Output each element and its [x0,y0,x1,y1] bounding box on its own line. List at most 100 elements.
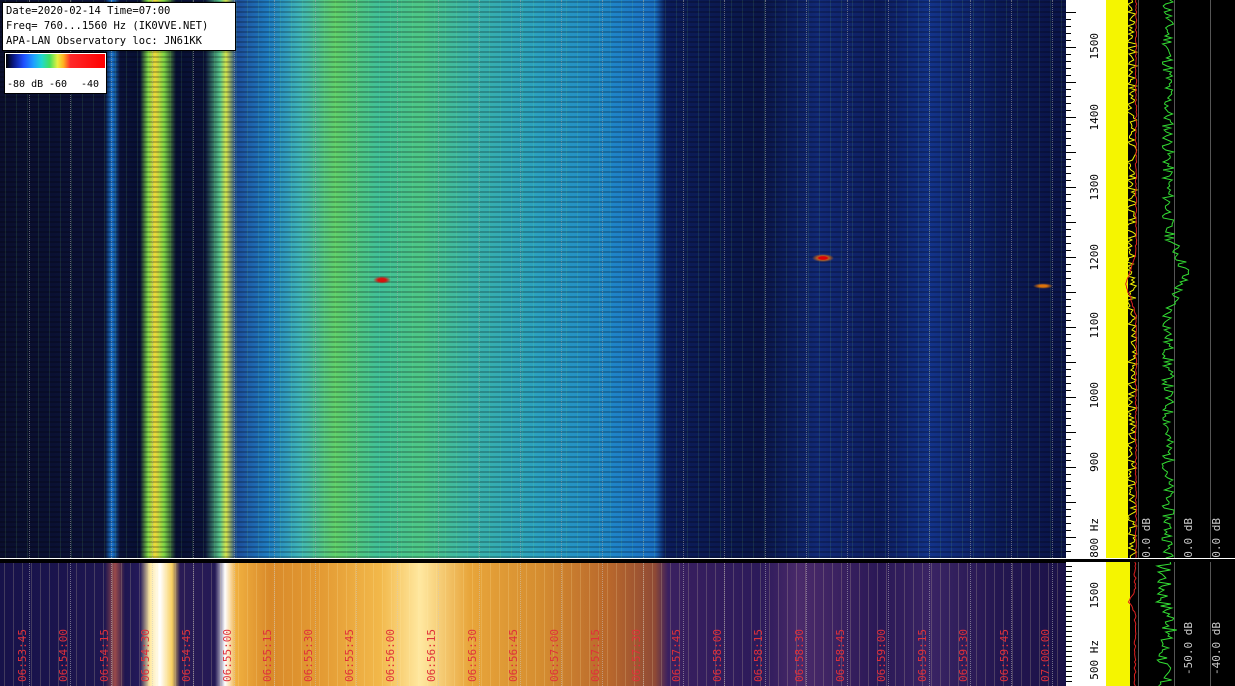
frequency-tick [1066,397,1076,398]
frequency-tick [1066,656,1072,657]
time-label: 06:59:15 [915,629,929,682]
frequency-tick [1066,327,1076,328]
spectrum-fill-yellow [1106,562,1130,686]
frequency-label: 1500 [1088,33,1101,60]
spectrum-trace-green [1154,562,1177,686]
frequency-tick [1066,586,1072,587]
frequency-tick [1066,621,1072,622]
frequency-tick [1066,596,1072,597]
time-label: 06:59:00 [874,629,888,682]
frequency-tick [1066,89,1071,90]
color-scale-max-label: -40 [81,79,100,90]
frequency-tick [1066,82,1076,83]
frequency-label: 500 Hz [1088,640,1101,680]
frequency-tick [1066,453,1071,454]
frequency-tick [1066,551,1071,552]
frequency-label: 1100 [1088,312,1101,339]
time-gridline [847,0,848,558]
time-label: 06:58:00 [711,629,725,682]
time-gridline [969,0,971,558]
frequency-label: 800 Hz [1088,518,1101,558]
frequency-tick [1066,411,1071,412]
spectrum-panel-bottom: -50.0 dB -40.0 dB [1106,562,1235,686]
frequency-tick [1066,215,1071,216]
frequency-tick [1066,124,1071,125]
frequency-tick [1066,180,1071,181]
frequency-tick [1066,334,1071,335]
frequency-tick [1066,571,1072,572]
time-gridline [765,0,767,558]
time-gridline [356,0,358,558]
frequency-tick [1066,631,1072,632]
frequency-tick [1066,117,1076,118]
frequency-tick [1066,523,1071,524]
frequency-tick [1066,145,1071,146]
time-gridline [724,562,726,686]
time-label: 06:57:15 [588,629,602,682]
time-gridline [233,0,235,558]
frequency-tick [1066,173,1071,174]
time-gridline [519,0,521,558]
time-gridline [315,0,317,558]
frequency-tick [1066,103,1071,104]
time-gridline [356,562,358,686]
spectrum-panel-top: -70.0 dB -50.0 dB -40.0 dB [1106,0,1235,558]
frequency-tick [1066,250,1071,251]
time-label: 06:58:15 [752,629,766,682]
frequency-label: 1400 [1088,104,1101,131]
frequency-tick [1066,661,1072,662]
time-label: 06:53:45 [16,629,29,682]
db-scale-label: -50.0 dB [1182,518,1195,558]
frequency-tick [1066,681,1072,682]
frequency-tick [1066,601,1072,602]
time-gridline [192,0,194,558]
time-label: 06:59:45 [997,629,1011,682]
time-gridline [887,0,889,558]
time-label: 06:56:45 [506,629,520,682]
frequency-tick [1066,636,1072,637]
frequency-tick [1066,166,1071,167]
time-label: 06:57:30 [629,629,643,682]
spectrum-trace-green [1160,0,1190,558]
frequency-tick [1066,187,1076,188]
time-label: 06:57:00 [547,629,561,682]
frequency-tick [1066,292,1076,293]
frequency-tick [1066,320,1071,321]
spectrogram-app: 06:53:45 06:54:00 06:54:15 06:54:30 06:54:45… [0,0,1235,686]
time-label: 06:58:30 [793,629,807,682]
frequency-tick [1066,516,1071,517]
frequency-tick [1066,26,1071,27]
time-gridline [601,0,603,558]
frequency-tick [1066,152,1076,153]
frequency-tick [1066,646,1072,647]
frequency-tick [1066,33,1071,34]
frequency-tick [1066,404,1071,405]
frequency-tick [1066,641,1072,642]
frequency-label: 900 [1088,452,1101,472]
frequency-tick [1066,285,1071,286]
frequency-tick [1066,460,1071,461]
time-gridline [110,0,112,558]
spectrum-fill-yellow [1106,0,1128,558]
frequency-tick [1066,432,1076,433]
frequency-tick [1066,278,1071,279]
frequency-tick [1066,390,1071,391]
frequency-tick [1066,502,1076,503]
top-waterfall-spectrogram [0,0,1066,558]
frequency-tick [1066,257,1076,258]
frequency-tick [1066,581,1072,582]
time-label: 06:59:30 [956,629,970,682]
frequency-tick [1066,159,1071,160]
db-scale-label: -50.0 dB [1182,622,1195,675]
frequency-tick [1066,509,1071,510]
time-label: 06:58:45 [834,629,847,682]
frequency-tick [1066,243,1071,244]
frequency-tick [1066,626,1072,627]
frequency-tick [1066,271,1071,272]
time-gridline [151,0,153,558]
info-frequency-range: Freq= 760...1560 Hz (IK0VVE.NET) [6,20,209,32]
frequency-tick [1066,75,1071,76]
frequency-tick [1066,439,1071,440]
panel-separator [0,558,1235,563]
time-gridline [69,562,71,686]
